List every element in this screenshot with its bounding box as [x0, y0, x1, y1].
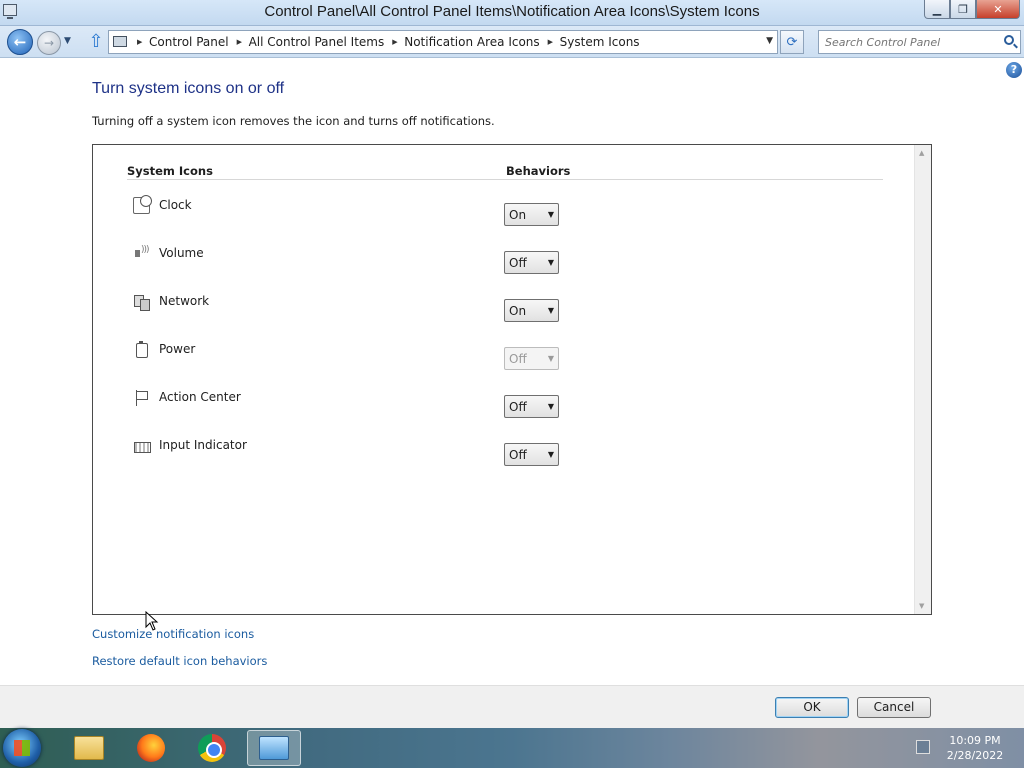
start-button[interactable]	[3, 729, 41, 767]
breadcrumb-all-control-panel-items[interactable]: All Control Panel Items	[235, 35, 391, 49]
dialog-footer: OK Cancel	[0, 685, 1024, 729]
network-icon	[133, 293, 150, 311]
taskbar-firefox[interactable]	[124, 730, 178, 766]
breadcrumb-notification-area-icons[interactable]: Notification Area Icons	[390, 35, 545, 49]
firefox-icon	[137, 734, 165, 762]
clock-date: 2/28/2022	[946, 749, 1004, 762]
page-title: Turn system icons on or off	[92, 80, 285, 97]
breadcrumb: Control Panel All Control Panel Items No…	[135, 31, 646, 53]
navigation-bar: ← → ▼ ⇧ Control Panel All Control Panel …	[0, 26, 1024, 58]
volume-icon	[133, 245, 150, 262]
help-icon[interactable]: ?	[1006, 62, 1022, 78]
header-divider	[127, 179, 883, 180]
window-controls: ▁ ❐ ✕	[924, 0, 1020, 20]
system-icon-row-volume: Volume Off ▼	[93, 245, 913, 285]
ok-button[interactable]: OK	[775, 697, 849, 718]
page-description: Turning off a system icon removes the ic…	[92, 114, 495, 128]
action-center-flag-icon	[133, 389, 150, 406]
dropdown-arrow-icon: ▼	[547, 354, 554, 363]
keyboard-icon	[133, 437, 151, 454]
dropdown-arrow-icon: ▼	[547, 402, 554, 411]
power-behavior-dropdown: Off ▼	[504, 347, 559, 370]
taskbar-control-panel[interactable]	[247, 730, 301, 766]
system-icon-row-input-indicator: Input Indicator Off ▼	[93, 437, 913, 477]
close-button[interactable]: ✕	[976, 0, 1020, 19]
power-icon	[133, 341, 150, 358]
system-icon-name: Volume	[159, 246, 204, 260]
dropdown-arrow-icon: ▼	[547, 450, 554, 459]
system-icon-row-action-center: Action Center Off ▼	[93, 389, 913, 429]
search-input[interactable]	[819, 31, 999, 53]
input-indicator-behavior-dropdown[interactable]: Off ▼	[504, 443, 559, 466]
network-tray-icon[interactable]	[916, 740, 930, 754]
control-panel-icon	[259, 736, 289, 760]
dropdown-value: Off	[509, 352, 527, 366]
clock-behavior-dropdown[interactable]: On ▼	[504, 203, 559, 226]
scroll-down-arrow-icon[interactable]: ▼	[919, 602, 924, 610]
system-icon-row-network: Network On ▼	[93, 293, 913, 333]
dropdown-arrow-icon: ▼	[547, 306, 554, 315]
system-icon-row-power: Power Off ▼	[93, 341, 913, 381]
dropdown-value: Off	[509, 256, 527, 270]
forward-button[interactable]: →	[37, 31, 61, 55]
maximize-button[interactable]: ❐	[950, 0, 976, 19]
up-arrow-icon[interactable]: ⇧	[87, 32, 105, 52]
system-icon-name: Action Center	[159, 390, 241, 404]
cancel-button[interactable]: Cancel	[857, 697, 931, 718]
dropdown-value: On	[509, 208, 527, 222]
search-box[interactable]	[818, 30, 1021, 54]
system-icon-name: Power	[159, 342, 196, 356]
chrome-icon	[198, 734, 226, 762]
title-bar: Control Panel\All Control Panel Items\No…	[0, 0, 1024, 26]
network-behavior-dropdown[interactable]: On ▼	[504, 299, 559, 322]
address-bar[interactable]: Control Panel All Control Panel Items No…	[108, 30, 778, 54]
computer-icon	[113, 36, 127, 47]
system-clock[interactable]: 10:09 PM 2/28/2022	[944, 733, 1006, 763]
recent-pages-dropdown-icon[interactable]: ▼	[64, 36, 71, 46]
vertical-scrollbar[interactable]: ▲ ▼	[914, 145, 931, 614]
search-icon[interactable]	[1004, 35, 1014, 45]
minimize-button[interactable]: ▁	[924, 0, 950, 19]
customize-notification-icons-link[interactable]: Customize notification icons	[92, 627, 254, 641]
dropdown-arrow-icon: ▼	[547, 210, 554, 219]
volume-behavior-dropdown[interactable]: Off ▼	[504, 251, 559, 274]
folder-icon	[74, 736, 104, 760]
taskbar: 10:09 PM 2/28/2022	[0, 728, 1024, 768]
address-dropdown-icon[interactable]: ▼	[766, 36, 773, 46]
dropdown-value: Off	[509, 400, 527, 414]
back-button[interactable]: ←	[7, 29, 33, 55]
breadcrumb-system-icons[interactable]: System Icons	[546, 35, 646, 49]
mouse-cursor-icon	[145, 611, 159, 631]
system-icon-row-clock: Clock On ▼	[93, 195, 913, 237]
dropdown-value: On	[509, 304, 527, 318]
taskbar-windows-explorer[interactable]	[62, 730, 116, 766]
column-header-system-icons: System Icons	[127, 164, 213, 178]
column-header-behaviors: Behaviors	[506, 164, 571, 178]
system-icon-name: Input Indicator	[159, 438, 247, 452]
system-icon-name: Clock	[159, 198, 192, 212]
system-icons-list: System Icons Behaviors Clock On ▼ Volume…	[92, 144, 932, 615]
restore-default-icon-behaviors-link[interactable]: Restore default icon behaviors	[92, 654, 267, 668]
action-center-behavior-dropdown[interactable]: Off ▼	[504, 395, 559, 418]
dropdown-arrow-icon: ▼	[547, 258, 554, 267]
dropdown-value: Off	[509, 448, 527, 462]
refresh-button[interactable]: ⟳	[780, 30, 804, 54]
system-icon-name: Network	[159, 294, 210, 308]
window-title: Control Panel\All Control Panel Items\No…	[264, 3, 760, 20]
scroll-up-arrow-icon[interactable]: ▲	[919, 149, 924, 157]
taskbar-chrome[interactable]	[185, 730, 239, 766]
clock-icon	[133, 195, 152, 214]
clock-time: 10:09 PM	[949, 734, 1001, 747]
breadcrumb-control-panel[interactable]: Control Panel	[135, 35, 235, 49]
